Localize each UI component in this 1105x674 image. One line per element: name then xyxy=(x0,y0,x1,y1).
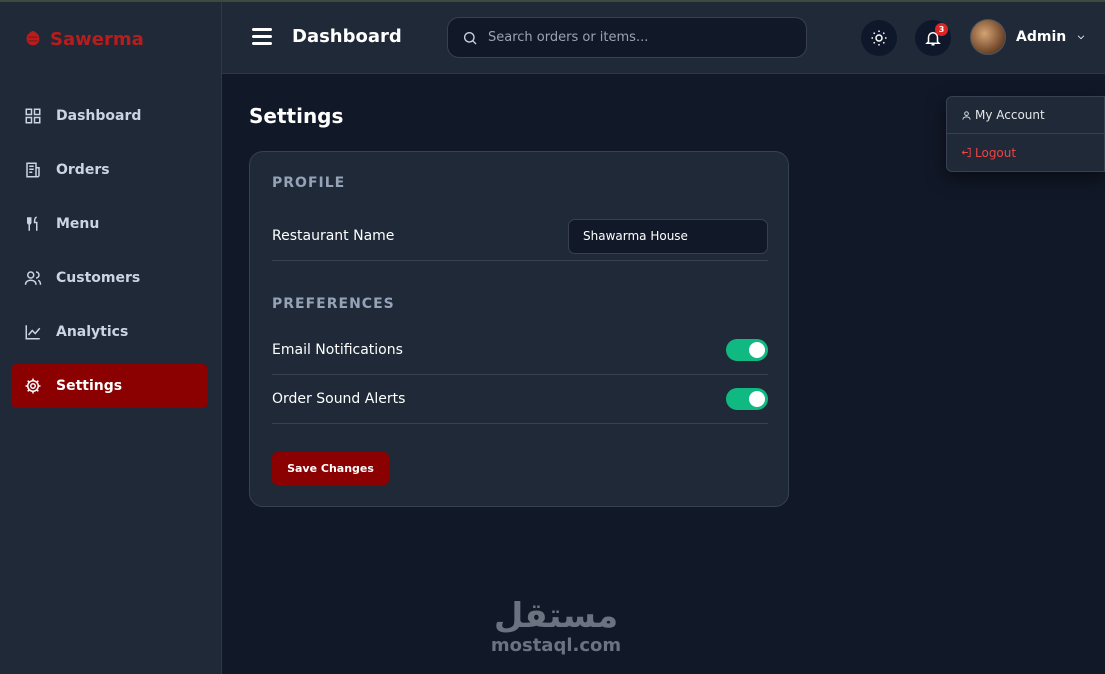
user-name: Admin xyxy=(1016,29,1067,45)
sidebar-item-menu[interactable]: Menu xyxy=(11,202,208,246)
menu-item-label: My Account xyxy=(975,108,1045,122)
notifications-button[interactable]: 3 xyxy=(915,20,951,56)
sidebar-item-settings[interactable]: Settings xyxy=(11,364,208,408)
top-header: Dashboard 3 Admin xyxy=(222,2,1105,74)
save-changes-button[interactable]: Save Changes xyxy=(272,452,389,485)
sidebar-item-label: Analytics xyxy=(56,324,129,340)
sidebar-item-dashboard[interactable]: Dashboard xyxy=(11,94,208,138)
email-notifications-row: Email Notifications xyxy=(272,326,768,375)
page-title: Settings xyxy=(249,104,344,128)
sidebar-item-orders[interactable]: Orders xyxy=(11,148,208,192)
order-sound-alerts-label: Order Sound Alerts xyxy=(272,391,406,407)
my-account-menu-item[interactable]: My Account xyxy=(947,97,1104,134)
sidebar-item-label: Menu xyxy=(56,216,100,232)
users-icon xyxy=(24,271,42,285)
profile-section-title: PROFILE xyxy=(272,175,346,191)
grid-icon xyxy=(25,108,41,124)
order-sound-alerts-row: Order Sound Alerts xyxy=(272,375,768,424)
theme-toggle-button[interactable] xyxy=(861,20,897,56)
receipt-icon xyxy=(26,162,40,178)
watermark-arabic: مستقل xyxy=(493,596,619,636)
shawarma-logo-icon xyxy=(26,30,40,46)
gear-icon xyxy=(25,378,41,394)
line-chart-icon xyxy=(25,325,41,340)
watermark: مستقل mostaql.com xyxy=(486,596,626,656)
watermark-latin: mostaql.com xyxy=(490,635,622,656)
order-sound-alerts-toggle[interactable] xyxy=(726,388,768,410)
sidebar-item-analytics[interactable]: Analytics xyxy=(11,310,208,354)
sidebar-item-label: Settings xyxy=(56,378,123,394)
utensils-icon xyxy=(27,216,38,231)
sidebar-item-label: Customers xyxy=(56,270,141,286)
user-dropdown-menu: My Account Logout xyxy=(946,96,1105,172)
search-input[interactable] xyxy=(488,30,788,45)
sidebar-item-label: Orders xyxy=(56,162,110,178)
menu-item-label: Logout xyxy=(975,145,1017,160)
sidebar: Sawerma Dashboard Orders Menu Customers … xyxy=(0,2,222,674)
user-menu-trigger[interactable]: Admin xyxy=(970,19,1086,55)
restaurant-name-label: Restaurant Name xyxy=(272,228,395,244)
restaurant-name-input[interactable] xyxy=(568,218,768,254)
avatar[interactable] xyxy=(970,19,1006,55)
toggle-knob xyxy=(749,342,765,358)
hamburger-menu-icon[interactable] xyxy=(252,28,272,46)
logout-menu-item[interactable]: Logout xyxy=(947,134,1104,171)
header-title: Dashboard xyxy=(292,26,402,47)
user-icon xyxy=(962,110,971,120)
email-notifications-label: Email Notifications xyxy=(272,342,403,358)
brand-logo[interactable]: Sawerma xyxy=(22,28,144,50)
logout-icon xyxy=(961,147,971,158)
search-box[interactable] xyxy=(447,17,807,58)
sun-icon xyxy=(871,30,887,46)
settings-card: PROFILE Restaurant Name PREFERENCES Emai… xyxy=(249,151,789,507)
toggle-knob xyxy=(749,391,765,407)
email-notifications-toggle[interactable] xyxy=(726,339,768,361)
restaurant-name-row: Restaurant Name xyxy=(272,212,768,261)
search-icon xyxy=(464,31,477,44)
sidebar-item-label: Dashboard xyxy=(56,108,142,124)
notification-count-badge: 3 xyxy=(935,23,948,36)
sidebar-item-customers[interactable]: Customers xyxy=(11,256,208,300)
brand-name: Sawerma xyxy=(50,28,144,50)
chevron-down-icon xyxy=(1078,35,1085,40)
preferences-section-title: PREFERENCES xyxy=(272,296,395,312)
